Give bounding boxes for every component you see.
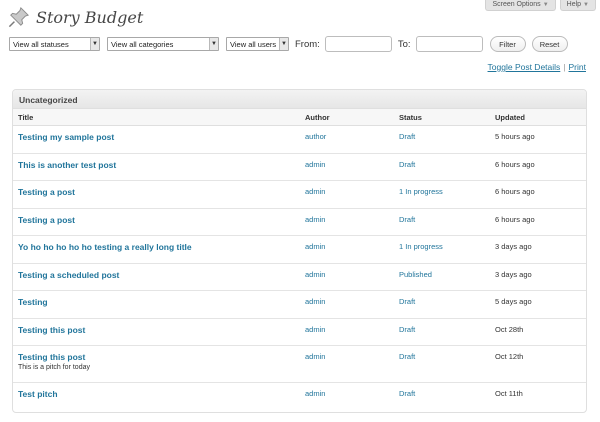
updated-value: Oct 28th xyxy=(495,324,524,334)
chevron-down-icon: ▼ xyxy=(542,1,549,8)
status-link[interactable]: Draft xyxy=(399,297,415,306)
chevron-down-icon: ▼ xyxy=(279,38,288,50)
updated-value: 6 hours ago xyxy=(495,159,535,169)
pushpin-icon xyxy=(8,6,30,28)
table-row: Testing a post admin Draft 6 hours ago xyxy=(13,209,586,236)
table-row: Testing a post admin 1 In progress 6 hou… xyxy=(13,181,586,209)
table-row: Test pitch admin Draft Oct 11th xyxy=(13,383,586,411)
author-link[interactable]: admin xyxy=(305,352,325,361)
filter-bar: View all statuses ▼ View all categories … xyxy=(9,36,568,52)
table-row: Testing my sample post author Draft 5 ho… xyxy=(13,126,586,154)
post-title-link[interactable]: Yo ho ho ho ho ho testing a really long … xyxy=(18,242,192,252)
help-label: Help xyxy=(566,1,582,8)
table-row: Testing admin Draft 5 days ago xyxy=(13,291,586,319)
status-link[interactable]: 1 In progress xyxy=(399,187,443,196)
post-title-link[interactable]: Testing a post xyxy=(18,215,75,225)
page-title: Story Budget xyxy=(36,7,144,27)
updated-value: Oct 11th xyxy=(495,389,523,398)
author-link[interactable]: admin xyxy=(305,187,325,196)
author-link[interactable]: admin xyxy=(305,215,325,224)
user-filter-value: View all users xyxy=(230,39,277,49)
post-pitch-text: This is a pitch for today xyxy=(18,364,90,371)
table-row: Testing a scheduled post admin Published… xyxy=(13,264,586,291)
chevron-down-icon: ▼ xyxy=(209,38,218,50)
updated-value: 3 days ago xyxy=(495,269,532,279)
to-label: To: xyxy=(397,38,411,50)
column-status: Status xyxy=(399,113,422,122)
updated-value: 5 hours ago xyxy=(495,132,535,141)
updated-value: 6 hours ago xyxy=(495,187,535,196)
header-tabs: Screen Options ▼ Help ▼ xyxy=(485,0,596,11)
chevron-down-icon: ▼ xyxy=(90,38,99,50)
updated-value: 3 days ago xyxy=(495,242,532,251)
table-header: Title Author Status Updated xyxy=(13,109,586,126)
user-filter-select[interactable]: View all users ▼ xyxy=(226,37,289,51)
author-link[interactable]: admin xyxy=(305,325,325,334)
toggle-post-details-link[interactable]: Toggle Post Details xyxy=(488,62,561,72)
filter-button[interactable]: Filter xyxy=(489,36,526,52)
post-title-link[interactable]: Testing xyxy=(18,297,48,307)
column-updated: Updated xyxy=(495,113,525,122)
from-date-input[interactable] xyxy=(324,36,392,52)
to-date-input[interactable] xyxy=(415,36,483,52)
post-title-link[interactable]: Testing a scheduled post xyxy=(18,270,119,280)
column-title: Title xyxy=(18,113,34,122)
post-title-link[interactable]: Test pitch xyxy=(18,389,58,399)
author-link[interactable]: author xyxy=(305,132,326,141)
author-link[interactable]: admin xyxy=(305,297,325,306)
view-links: Toggle Post Details | Print xyxy=(488,62,586,72)
status-link[interactable]: Draft xyxy=(399,325,415,334)
print-link[interactable]: Print xyxy=(569,62,586,72)
screen-options-label: Screen Options xyxy=(492,1,541,8)
screen-options-tab[interactable]: Screen Options ▼ xyxy=(485,0,556,11)
status-link[interactable]: Draft xyxy=(399,132,415,141)
table-row: Yo ho ho ho ho ho testing a really long … xyxy=(13,236,586,264)
status-link[interactable]: Draft xyxy=(399,389,415,398)
updated-value: 6 hours ago xyxy=(495,214,535,224)
category-filter-value: View all categories xyxy=(111,39,174,49)
chevron-down-icon: ▼ xyxy=(583,1,589,8)
link-separator: | xyxy=(563,62,566,72)
post-title-link[interactable]: Testing my sample post xyxy=(18,132,114,142)
status-filter-value: View all statuses xyxy=(13,39,69,49)
reset-button[interactable]: Reset xyxy=(531,36,568,52)
column-author: Author xyxy=(305,113,330,122)
status-link[interactable]: 1 In progress xyxy=(399,242,443,251)
status-filter-select[interactable]: View all statuses ▼ xyxy=(9,37,100,51)
status-link[interactable]: Published xyxy=(399,270,432,279)
page-header: Story Budget xyxy=(8,6,143,28)
post-title-link[interactable]: Testing this post xyxy=(18,325,85,335)
table-row: This is another test post admin Draft 6 … xyxy=(13,154,586,181)
author-link[interactable]: admin xyxy=(305,242,325,251)
author-link[interactable]: admin xyxy=(305,160,325,169)
category-filter-select[interactable]: View all categories ▼ xyxy=(107,37,219,51)
post-title-link[interactable]: Testing this post xyxy=(18,352,85,362)
status-link[interactable]: Draft xyxy=(399,160,415,169)
post-title-link[interactable]: Testing a post xyxy=(18,187,75,197)
post-title-link[interactable]: This is another test post xyxy=(18,160,116,170)
panel-title[interactable]: Uncategorized xyxy=(13,90,586,109)
status-link[interactable]: Draft xyxy=(399,215,415,224)
from-label: From: xyxy=(295,38,320,50)
category-panel: Uncategorized Title Author Status Update… xyxy=(12,89,587,413)
table-row: Testing this post This is a pitch for to… xyxy=(13,346,586,383)
updated-value: Oct 12th xyxy=(495,352,524,361)
author-link[interactable]: admin xyxy=(305,389,325,398)
table-row: Testing this post admin Draft Oct 28th xyxy=(13,319,586,346)
author-link[interactable]: admin xyxy=(305,270,325,279)
status-link[interactable]: Draft xyxy=(399,352,415,361)
help-tab[interactable]: Help ▼ xyxy=(559,0,596,11)
updated-value: 5 days ago xyxy=(495,297,532,306)
